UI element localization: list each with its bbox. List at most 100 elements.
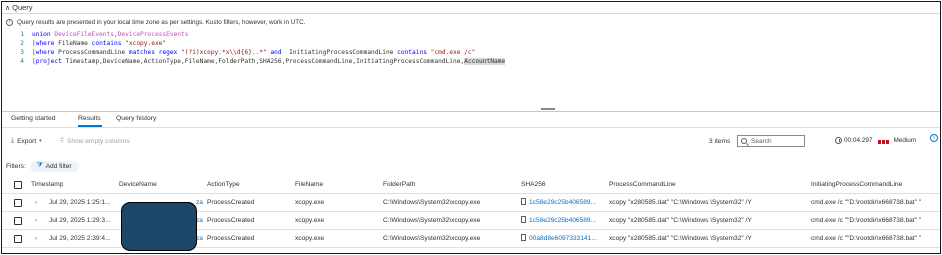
code-token: and <box>266 49 286 56</box>
export-button[interactable]: ⤓ Export ▾ <box>11 136 42 146</box>
redaction-box <box>121 202 197 251</box>
code-token: Timestamp,DeviceName,ActionType,FileName… <box>65 58 465 65</box>
chevron-right-icon[interactable]: › <box>35 212 37 230</box>
column-header-processcommandline[interactable]: ProcessCommandLine <box>609 176 676 194</box>
row-checkbox[interactable] <box>14 235 22 243</box>
column-header-timestamp[interactable]: Timestamp <box>31 176 63 194</box>
file-icon <box>521 198 526 205</box>
code-line[interactable]: 3 | where ProcessCommandLine matches regex… <box>2 48 475 57</box>
row-checkbox[interactable] <box>14 217 22 225</box>
column-header-filename[interactable]: FileName <box>295 176 323 194</box>
advanced-hunting-panel: ∧ Query i Query results are presented in… <box>1 1 941 254</box>
cell-processcommandline: xcopy "x280585.dat" "C:\Windows \System3… <box>609 235 752 242</box>
download-icon: ⤓ <box>11 137 15 144</box>
cell-filename: xcopy.exe <box>295 217 325 224</box>
code-token: matches regex <box>128 49 182 56</box>
query-editor[interactable]: 1 union DeviceFileEvents, DeviceProcessEve… <box>2 29 940 111</box>
search-input[interactable]: Search <box>737 135 805 147</box>
column-header-initiatingprocesscommandline[interactable]: InitiatingProcessCommandLine <box>811 176 902 194</box>
cell-folderpath: C:\Windows\System32\xcopy.exe <box>383 235 481 242</box>
code-token: InitiatingProcessCommandLine <box>285 49 398 56</box>
search-icon <box>741 138 747 144</box>
cell-devicename[interactable]: za <box>196 230 203 248</box>
code-line[interactable]: 4 | project Timestamp,DeviceName,ActionTyp… <box>2 57 506 66</box>
code-token: where <box>35 40 59 47</box>
results-toolbar: ⤓ Export ▾ ⫩ Show empty columns 3 items … <box>2 132 940 150</box>
query-stats: 00:04.297 Medium <box>835 137 916 144</box>
column-header-actiontype[interactable]: ActionType <box>207 176 240 194</box>
divider <box>2 13 940 14</box>
cell-processcommandline: xcopy "x280585.dat" "C:\Windows \System3… <box>609 199 752 206</box>
cell-devicename[interactable]: za <box>196 212 203 230</box>
table-header-row: Timestamp DeviceName ActionType FileName… <box>2 176 940 194</box>
divider <box>2 111 940 112</box>
query-section-title: Query <box>12 3 33 12</box>
code-token: AccountName <box>464 58 506 65</box>
columns-icon: ⫩ <box>60 137 65 144</box>
tab-getting-started[interactable]: Getting started <box>11 113 56 125</box>
result-tabs: Getting started Results Query history <box>2 113 940 127</box>
filters-bar: Filters: ⧩ Add filter <box>6 160 79 172</box>
resource-level: Medium <box>893 137 917 144</box>
line-number: 4 <box>20 58 24 65</box>
code-line[interactable]: 1 union DeviceFileEvents, DeviceProcessEve… <box>2 30 188 39</box>
severity-bars-icon <box>878 138 890 144</box>
show-empty-columns-button[interactable]: ⫩ Show empty columns <box>60 136 130 146</box>
code-line[interactable]: 2 | where FileName contains "xcopy.exe" <box>2 39 166 48</box>
cell-actiontype: ProcessCreated <box>207 235 255 242</box>
filter-icon: ⧩ <box>36 162 43 169</box>
cell-actiontype: ProcessCreated <box>207 199 255 206</box>
cell-sha256[interactable]: 00a8d8e6097333141... <box>521 230 607 248</box>
line-number: 1 <box>20 31 24 38</box>
sha256-link[interactable]: 1c58e29c25b406589... <box>529 217 596 224</box>
info-message: i Query results are presented in your lo… <box>6 17 305 27</box>
sha256-link[interactable]: 1c58e29c25b406589... <box>529 199 596 206</box>
add-filter-button[interactable]: ⧩ Add filter <box>29 160 79 172</box>
cell-folderpath: C:\Windows\System32\xcopy.exe <box>383 199 481 206</box>
file-icon <box>521 216 526 223</box>
cell-initiatingprocesscommandline: cmd.exe /c ""D:\rootdir\x668738.bat" " <box>811 235 922 242</box>
code-token: DeviceFileEvents <box>54 31 114 38</box>
export-label: Export <box>17 137 37 145</box>
chevron-right-icon[interactable]: › <box>35 194 37 212</box>
divider <box>2 127 940 128</box>
sha256-link[interactable]: 00a8d8e6097333141... <box>529 235 597 242</box>
code-token: contains <box>91 40 126 47</box>
cell-timestamp: Jul 29, 2025 1:25:1... <box>49 199 111 206</box>
file-icon <box>521 234 526 241</box>
cell-processcommandline: xcopy "x280585.dat" "C:\Windows \System3… <box>609 217 752 224</box>
code-token: "xcopy.exe" <box>125 40 167 47</box>
cell-timestamp: Jul 29, 2025 1:29:3... <box>49 217 111 224</box>
row-checkbox[interactable] <box>14 199 22 207</box>
chevron-down-icon: ▾ <box>39 138 42 144</box>
tab-query-history[interactable]: Query history <box>116 113 156 125</box>
column-header-devicename[interactable]: DeviceName <box>119 176 157 194</box>
chevron-right-icon[interactable]: › <box>35 230 37 248</box>
code-token: "(?i)xcopy.*x\\d{6}..*" <box>181 49 267 56</box>
cell-filename: xcopy.exe <box>295 199 325 206</box>
tab-results[interactable]: Results <box>78 113 101 125</box>
query-section-header[interactable]: ∧ Query <box>2 2 940 13</box>
show-empty-columns-label: Show empty columns <box>67 137 130 145</box>
chevron-up-icon[interactable]: ∧ <box>5 4 10 12</box>
clock-icon <box>835 137 842 144</box>
info-icon[interactable]: i <box>930 134 938 142</box>
code-token: ProcessCommandLine <box>58 49 129 56</box>
cell-filename: xcopy.exe <box>295 235 325 242</box>
code-token: project <box>35 58 66 65</box>
cell-sha256[interactable]: 1c58e29c25b406589... <box>521 212 607 230</box>
add-filter-label: Add filter <box>45 162 72 170</box>
line-number: 3 <box>20 49 24 56</box>
cell-timestamp: Jul 29, 2025 2:39:4... <box>49 235 111 242</box>
select-all-checkbox[interactable] <box>14 181 22 189</box>
elapsed-time: 00:04.297 <box>844 137 873 144</box>
resize-handle[interactable] <box>541 108 555 110</box>
cell-devicename[interactable]: za <box>196 194 203 212</box>
code-token: "cmd.exe /c" <box>430 49 476 56</box>
cell-sha256[interactable]: 1c58e29c25b406589... <box>521 194 607 212</box>
column-header-sha256[interactable]: SHA256 <box>521 176 546 194</box>
filters-label: Filters: <box>6 162 26 170</box>
info-icon: i <box>6 18 13 26</box>
column-header-folderpath[interactable]: FolderPath <box>383 176 415 194</box>
cell-initiatingprocesscommandline: cmd.exe /c ""D:\rootdir\x668738.bat" " <box>811 199 922 206</box>
